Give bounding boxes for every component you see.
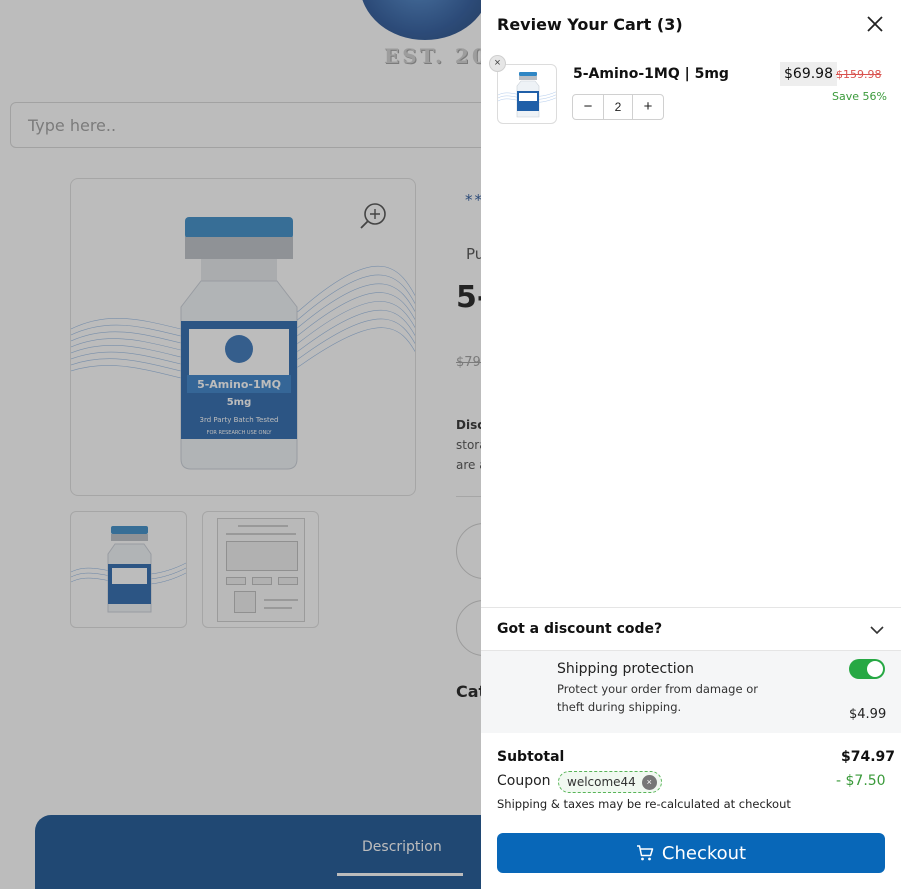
shipping-protection-desc: theft during shipping. [557, 700, 682, 714]
remove-item-button[interactable]: × [489, 55, 506, 72]
cart-drawer: Review Your Cart (3) × 5-Amino-1MQ | 5mg [481, 0, 901, 889]
checkout-label: Checkout [661, 842, 747, 864]
shipping-protection-title: Shipping protection [557, 661, 695, 677]
chevron-down-icon [870, 626, 884, 635]
quantity-value[interactable]: 2 [603, 95, 633, 119]
coupon-chip: welcome44 × [558, 771, 662, 793]
cart-item-savings: Save 56% [832, 90, 887, 103]
coupon-label: Coupon [497, 773, 551, 789]
shipping-protection-desc: Protect your order from damage or [557, 682, 758, 696]
toggle-knob [867, 661, 883, 677]
subtotal-label: Subtotal [497, 749, 565, 765]
cart-item-name: 5-Amino-1MQ | 5mg [573, 66, 729, 82]
vial-thumbnail-icon [498, 72, 556, 118]
coupon-discount-value: - $7.50 [836, 773, 886, 789]
close-icon[interactable] [865, 14, 885, 34]
coupon-code: welcome44 [567, 775, 636, 789]
decrease-quantity-button[interactable]: − [573, 95, 603, 119]
cart-icon [636, 845, 654, 861]
quantity-stepper: − 2 + [572, 94, 664, 120]
cart-item-compare-price: $159.98 [836, 68, 882, 81]
shipping-protection: Shipping protection Protect your order f… [481, 651, 901, 733]
checkout-button[interactable]: Checkout [497, 833, 885, 873]
discount-code-toggle[interactable]: Got a discount code? [481, 607, 901, 651]
remove-coupon-button[interactable]: × [641, 774, 657, 790]
shipping-protection-price: $4.99 [849, 707, 887, 722]
increase-quantity-button[interactable]: + [633, 95, 663, 119]
cart-item-thumbnail[interactable] [497, 64, 557, 124]
shipping-protection-toggle[interactable] [849, 659, 885, 679]
shipping-tax-note: Shipping & taxes may be re-calculated at… [497, 797, 791, 811]
cart-item-price: $69.98 [780, 62, 837, 86]
cart-title: Review Your Cart (3) [497, 15, 683, 34]
subtotal-value: $74.97 [841, 749, 896, 765]
discount-code-label: Got a discount code? [497, 621, 663, 637]
